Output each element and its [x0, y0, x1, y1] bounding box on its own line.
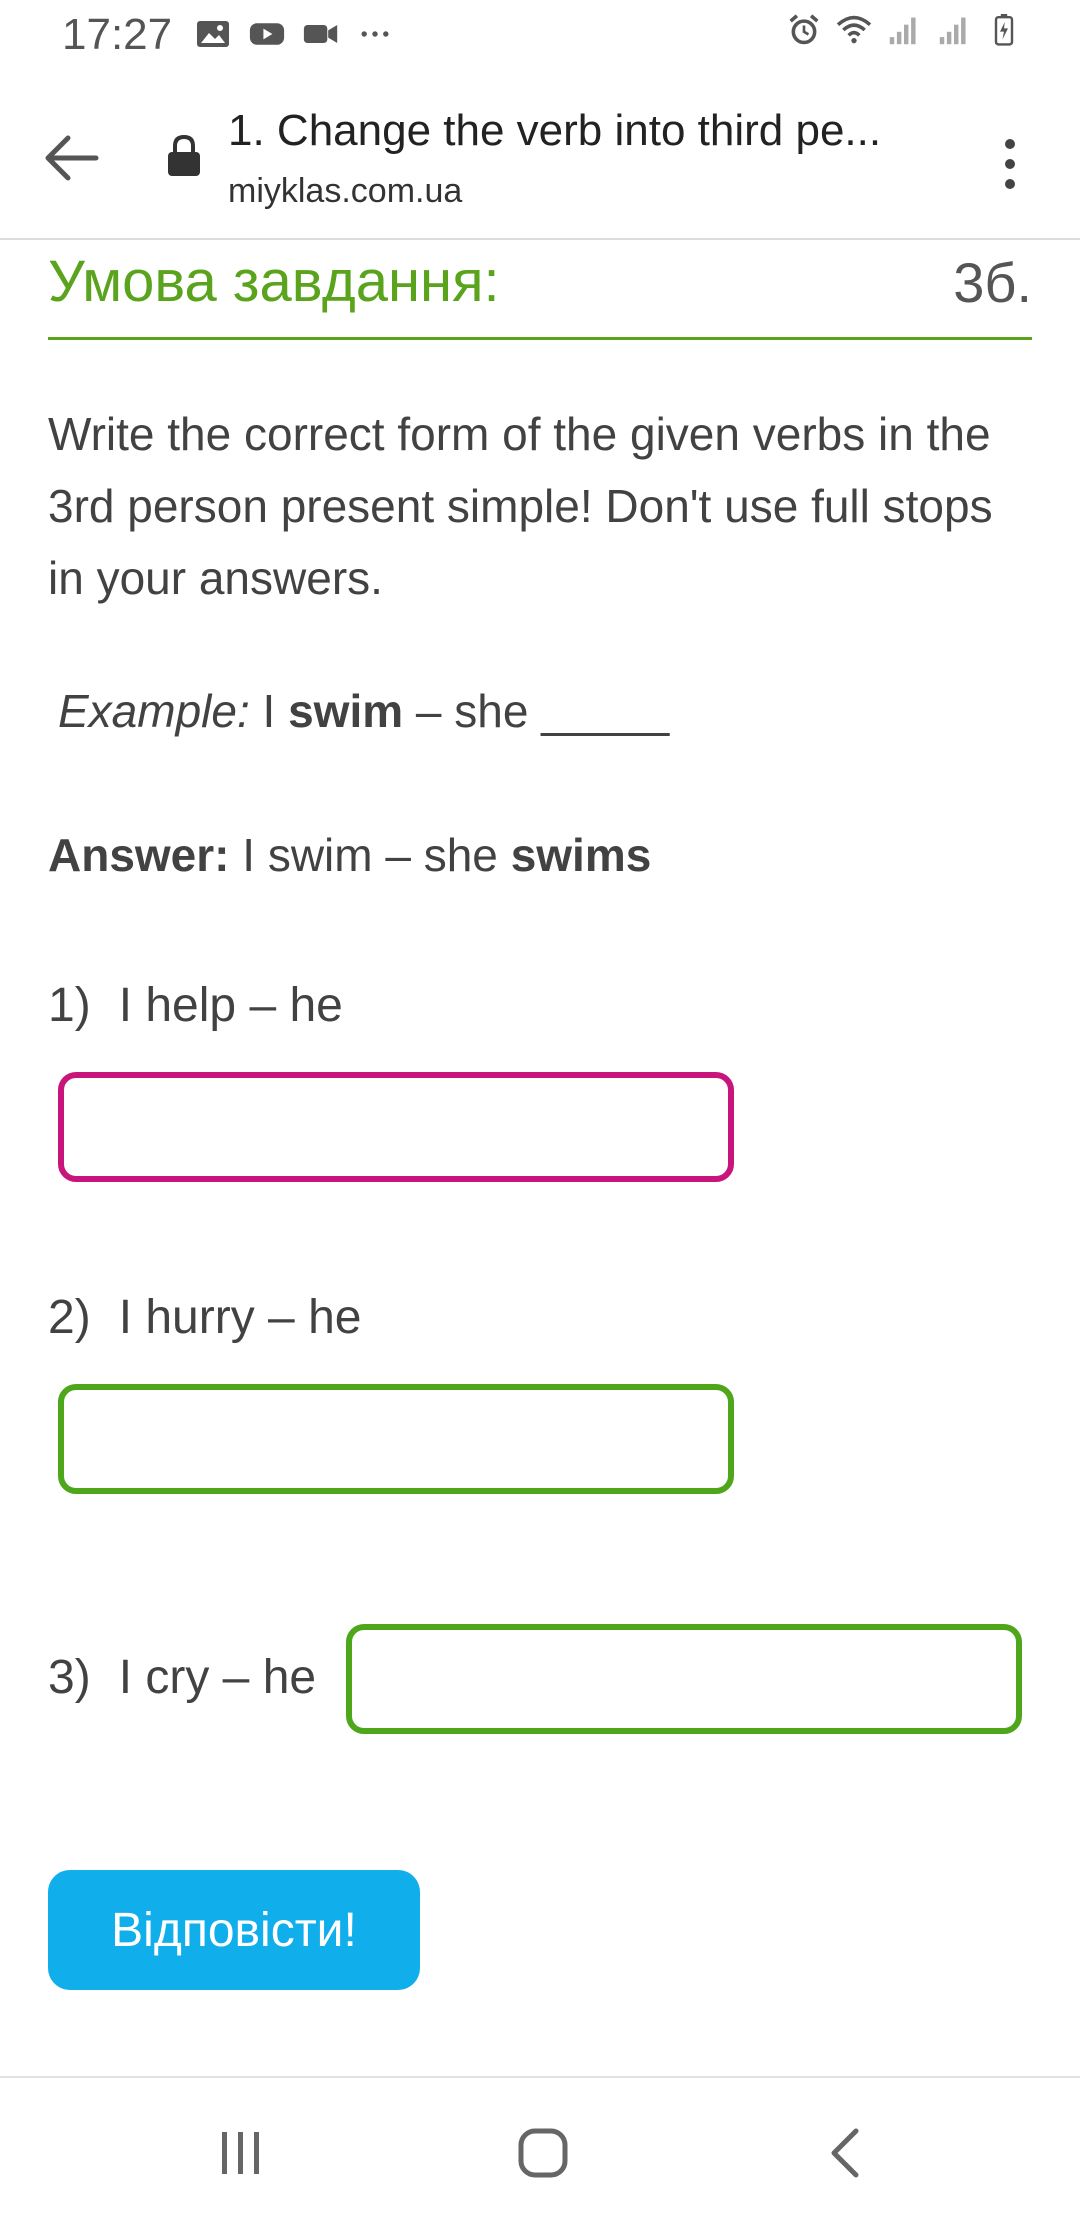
- task-instructions: Write the correct form of the given verb…: [48, 408, 993, 604]
- task-header: Умова завдання: 3б.: [48, 240, 1032, 340]
- question-text: I hurry – he: [118, 1291, 362, 1344]
- answer-line: Answer: I swim – she swims: [48, 828, 651, 882]
- submit-button[interactable]: Відповісти!: [48, 1870, 420, 1990]
- question-number: 2): [48, 1291, 91, 1344]
- question-2-answer-input[interactable]: [58, 1384, 734, 1494]
- answer-verb: swims: [510, 829, 652, 881]
- video-camera-icon: [303, 25, 338, 43]
- status-notification-icons: [195, 18, 393, 50]
- question-number: 3): [48, 1651, 91, 1704]
- browser-menu-button[interactable]: [986, 128, 1034, 200]
- example-line: Example: I swim – she _____: [58, 684, 669, 738]
- example-label: Example:: [58, 685, 250, 737]
- example-text: – she _____: [403, 685, 670, 737]
- example-text: I: [249, 685, 289, 737]
- question-3-label: 3) I cry – he: [48, 1650, 316, 1705]
- browser-toolbar: 1. Change the verb into third pe... miyk…: [0, 72, 1080, 240]
- system-navigation-bar: [0, 2076, 1080, 2220]
- lock-icon: [168, 134, 200, 176]
- page-title[interactable]: 1. Change the verb into third pe...: [228, 106, 928, 156]
- example-verb: swim: [288, 685, 404, 737]
- task-points: 3б.: [953, 251, 1032, 314]
- question-3-answer-input[interactable]: [346, 1624, 1022, 1734]
- alarm-icon: [789, 14, 819, 45]
- answer-text: I swim – she: [229, 829, 511, 881]
- wifi-icon: [836, 15, 872, 44]
- image-icon: [197, 21, 229, 47]
- signal-icon: [889, 17, 916, 45]
- youtube-icon: [249, 23, 285, 45]
- back-button[interactable]: [36, 122, 108, 194]
- status-bar: 17:27: [0, 0, 1080, 72]
- question-text: I help – he: [118, 979, 343, 1032]
- chevron-left-icon: [831, 2128, 859, 2178]
- recent-apps-button[interactable]: [196, 2108, 286, 2198]
- question-1-answer-input[interactable]: [58, 1072, 734, 1182]
- arrow-left-icon: [45, 135, 99, 181]
- question-1-label: 1) I help – he: [48, 978, 343, 1033]
- battery-charging-icon: [994, 14, 1014, 46]
- home-icon: [518, 2128, 568, 2178]
- system-back-button[interactable]: [800, 2108, 890, 2198]
- status-system-icons: [786, 14, 1022, 46]
- task-heading: Умова завдання:: [48, 249, 500, 314]
- recent-apps-icon: [222, 2132, 259, 2174]
- menu-dot-icon: [1005, 159, 1015, 169]
- answer-label: Answer:: [48, 829, 230, 881]
- page-domain[interactable]: miyklas.com.ua: [228, 172, 462, 211]
- status-time: 17:27: [62, 10, 173, 59]
- question-number: 1): [48, 979, 91, 1032]
- signal-icon: [939, 17, 966, 45]
- question-text: I cry – he: [118, 1651, 317, 1704]
- more-dots-icon: [361, 31, 389, 37]
- menu-dot-icon: [1005, 179, 1015, 189]
- menu-dot-icon: [1005, 139, 1015, 149]
- question-2-label: 2) I hurry – he: [48, 1290, 361, 1345]
- home-button[interactable]: [498, 2108, 588, 2198]
